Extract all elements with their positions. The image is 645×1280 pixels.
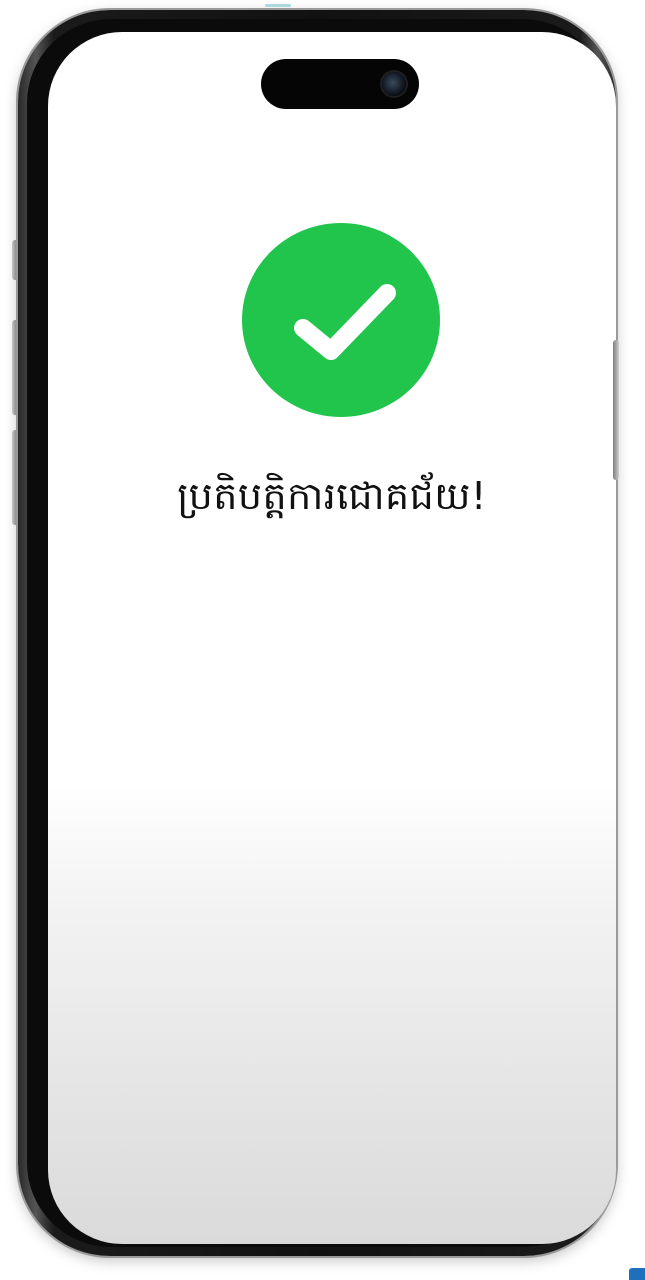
dynamic-island [261,59,419,109]
success-checkmark-icon [242,223,440,417]
success-message: ប្រតិបត្តិការជោគជ័យ! [177,474,487,518]
top-accent [265,4,291,7]
front-camera-icon [382,72,406,96]
checkmark-icon [294,284,396,360]
phone-screen: ប្រតិបត្តិការជោគជ័យ! [48,32,616,1244]
stage: ប្រតិបត្តិការជោគជ័យ! [0,0,645,1280]
corner-accent [629,1268,645,1280]
power-button [613,340,619,480]
phone-frame: ប្រតិបត្តិការជោគជ័យ! [18,10,616,1256]
